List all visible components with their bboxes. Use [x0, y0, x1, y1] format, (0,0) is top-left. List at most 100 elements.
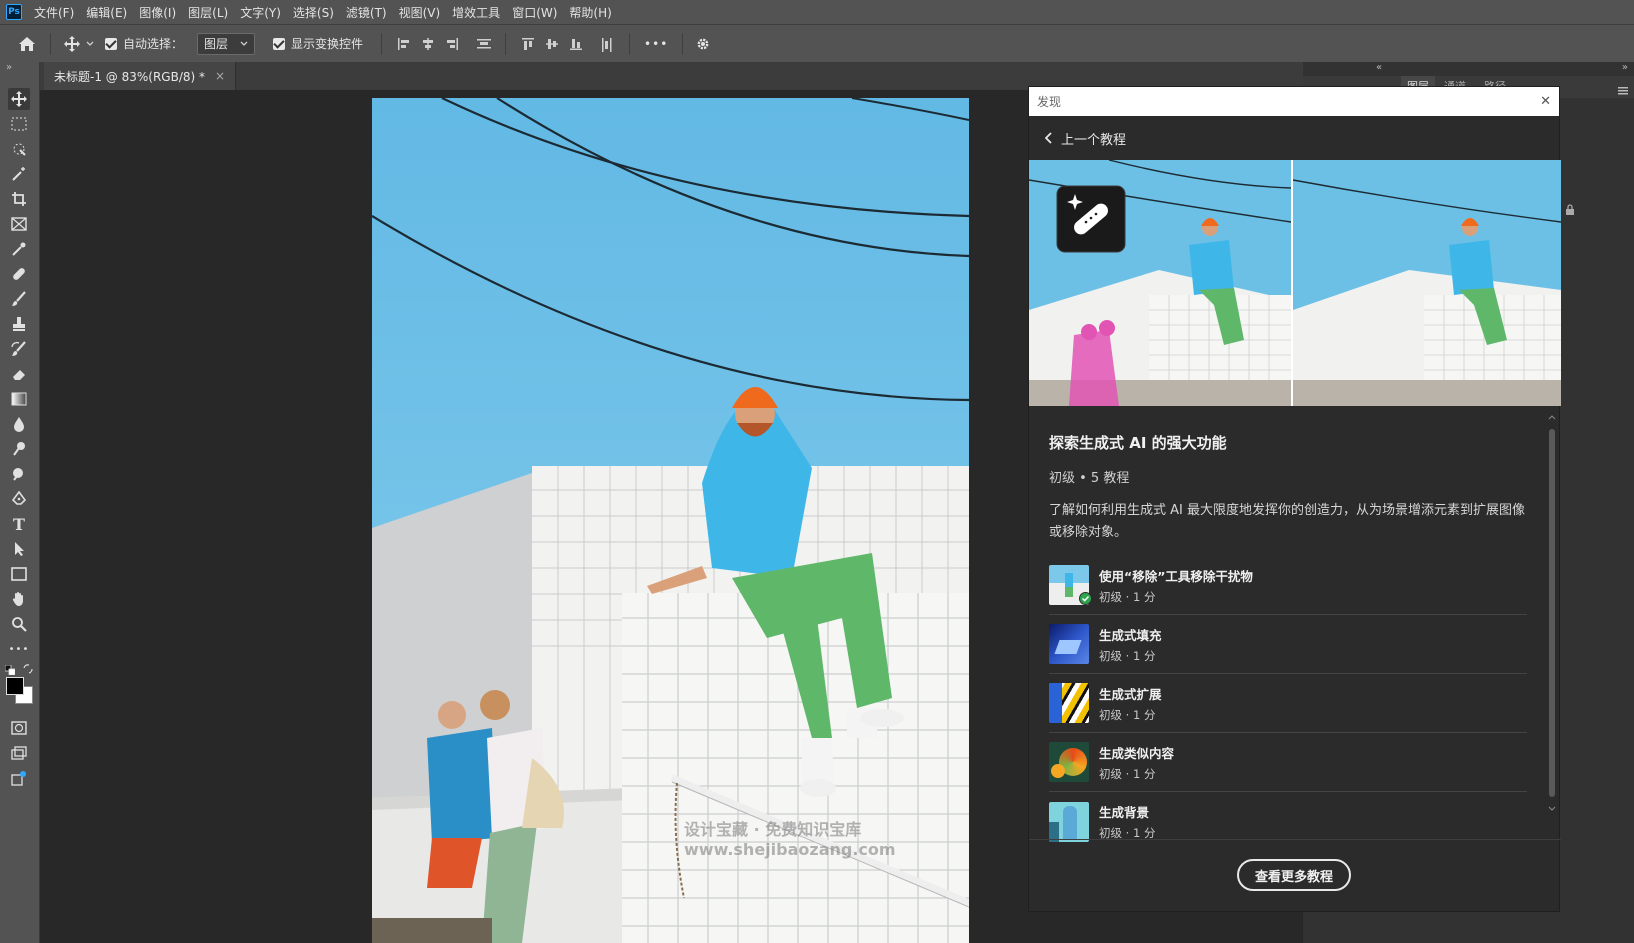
align-left-icon[interactable]	[397, 37, 411, 51]
lock-icon[interactable]	[1565, 204, 1575, 219]
tutorial-thumbnail-expand	[1049, 683, 1089, 723]
discover-title: 发现	[1037, 95, 1062, 109]
auto-select-dropdown[interactable]: 图层	[197, 32, 256, 55]
menu-plugins[interactable]: 增效工具	[452, 4, 500, 21]
more-tools-icon[interactable]: •••	[8, 638, 30, 660]
tutorial-item[interactable]: 生成背景 初级 · 1 分	[1049, 792, 1527, 851]
magnify-dodge-icon[interactable]	[8, 463, 30, 485]
scrollbar[interactable]	[1548, 413, 1556, 813]
close-icon[interactable]: ✕	[1540, 94, 1551, 109]
chevron-down-icon	[240, 41, 248, 46]
tutorial-name: 生成式填充	[1099, 627, 1162, 643]
menu-type[interactable]: 文字(Y)	[240, 4, 281, 21]
course-meta: 初级 • 5 教程	[1049, 471, 1130, 486]
back-label: 上一个教程	[1061, 132, 1127, 148]
move-tool[interactable]	[8, 88, 30, 110]
distribute-v-icon[interactable]	[600, 37, 614, 52]
auto-select-value: 图层	[204, 37, 229, 51]
align-center-h-icon[interactable]	[421, 37, 435, 51]
crop-tool[interactable]	[8, 188, 30, 210]
quick-mask-icon[interactable]	[8, 717, 30, 739]
menu-layer[interactable]: 图层(L)	[188, 4, 228, 21]
tutorial-thumbnail-similar	[1049, 742, 1089, 782]
magic-wand-tool[interactable]	[8, 163, 30, 185]
distribute-icon[interactable]	[476, 37, 492, 51]
collapse-panel-icon[interactable]: »	[6, 62, 12, 73]
tutorial-meta: 初级 · 1 分	[1099, 707, 1156, 722]
document-canvas-image[interactable]: 设计宝藏 · 免费知识宝库 www.shejibaozang.com	[372, 98, 969, 943]
menu-window[interactable]: 窗口(W)	[512, 4, 557, 21]
more-options-icon[interactable]: •••	[644, 37, 668, 51]
discover-panel: 发现 ✕ 上一个教程 探索生成式 AI 的强大功能 初级 • 5 教程 了解如何…	[1028, 86, 1561, 912]
divider	[682, 32, 684, 55]
object-selection-tool[interactable]	[8, 138, 30, 160]
tutorial-name: 生成式扩展	[1099, 686, 1162, 702]
home-icon[interactable]	[14, 31, 40, 57]
menu-image[interactable]: 图像(I)	[139, 4, 176, 21]
tutorial-hero-image	[1029, 160, 1561, 406]
brush-tool[interactable]	[8, 288, 30, 310]
chevron-down-icon[interactable]	[83, 41, 97, 47]
share-icon[interactable]	[8, 767, 30, 789]
foreground-color-swatch[interactable]	[6, 677, 24, 695]
history-brush-tool[interactable]	[8, 338, 30, 360]
align-right-icon[interactable]	[445, 37, 459, 51]
auto-select-label: 自动选择：	[123, 37, 184, 51]
auto-select-checkbox[interactable]	[105, 37, 117, 50]
photo-illustration: 设计宝藏 · 免费知识宝库 www.shejibaozang.com	[372, 98, 969, 943]
menu-help[interactable]: 帮助(H)	[569, 4, 611, 21]
show-transform-label: 显示变换控件	[291, 37, 364, 51]
menu-file[interactable]: 文件(F)	[34, 4, 74, 21]
type-tool[interactable]: T	[8, 513, 30, 535]
align-top-icon[interactable]	[521, 37, 535, 51]
tutorial-item[interactable]: 使用“移除”工具移除干扰物 初级 · 1 分	[1049, 556, 1527, 615]
menu-edit[interactable]: 编辑(E)	[86, 4, 127, 21]
rectangle-tool[interactable]	[8, 563, 30, 585]
tutorial-item[interactable]: 生成式扩展 初级 · 1 分	[1049, 674, 1527, 733]
completed-check-icon	[1079, 592, 1092, 605]
discover-header: 发现 ✕	[1029, 87, 1559, 116]
move-tool-icon[interactable]	[61, 35, 83, 52]
menu-view[interactable]: 视图(V)	[399, 4, 441, 21]
swap-colors-icon[interactable]	[23, 663, 33, 674]
divider	[381, 32, 383, 55]
gear-icon[interactable]	[693, 36, 713, 52]
back-to-previous-tutorial[interactable]: 上一个教程	[1029, 116, 1559, 160]
zoom-tool[interactable]	[8, 613, 30, 635]
show-transform-checkbox[interactable]	[273, 37, 286, 50]
dodge-tool[interactable]	[8, 438, 30, 460]
options-bar: 自动选择： 图层 显示变换控件 •••	[0, 24, 1634, 62]
tutorial-name: 生成背景	[1099, 805, 1150, 820]
align-bottom-icon[interactable]	[569, 37, 583, 51]
eyedropper-tool[interactable]	[8, 238, 30, 260]
frame-tool[interactable]	[8, 213, 30, 235]
chevron-left-icon	[1045, 132, 1052, 144]
divider	[629, 32, 631, 55]
gradient-tool[interactable]	[8, 388, 30, 410]
tutorial-item[interactable]: 生成式填充 初级 · 1 分	[1049, 615, 1527, 674]
menu-select[interactable]: 选择(S)	[293, 4, 334, 21]
path-selection-tool[interactable]	[8, 538, 30, 560]
marquee-tool[interactable]	[8, 113, 30, 135]
default-colors-icon[interactable]	[4, 664, 16, 676]
tutorial-name: 生成类似内容	[1099, 745, 1175, 761]
tutorial-name: 使用“移除”工具移除干扰物	[1099, 568, 1253, 584]
panel-menu-icon[interactable]	[1618, 84, 1628, 98]
hand-tool[interactable]	[8, 588, 30, 610]
screen-mode-icon[interactable]	[8, 742, 30, 764]
stamp-tool[interactable]	[8, 313, 30, 335]
tutorial-thumbnail-background	[1049, 801, 1089, 842]
healing-brush-tool[interactable]	[8, 263, 30, 285]
blur-tool[interactable]	[8, 413, 30, 435]
align-middle-v-icon[interactable]	[545, 37, 559, 51]
expand-dock-icon[interactable]: »	[1622, 62, 1628, 73]
close-tab-icon[interactable]: ×	[215, 69, 225, 83]
tutorial-item[interactable]: 生成类似内容 初级 · 1 分	[1049, 733, 1527, 792]
eraser-tool[interactable]	[8, 363, 30, 385]
pen-tool[interactable]	[8, 488, 30, 510]
view-more-tutorials-button[interactable]: 查看更多教程	[1237, 859, 1351, 891]
menu-filter[interactable]: 滤镜(T)	[346, 4, 387, 21]
document-tab[interactable]: 未标题-1 @ 83%(RGB/8) * ×	[44, 62, 237, 90]
collapse-dock-icon[interactable]: «	[1376, 62, 1382, 73]
divider	[505, 32, 507, 55]
